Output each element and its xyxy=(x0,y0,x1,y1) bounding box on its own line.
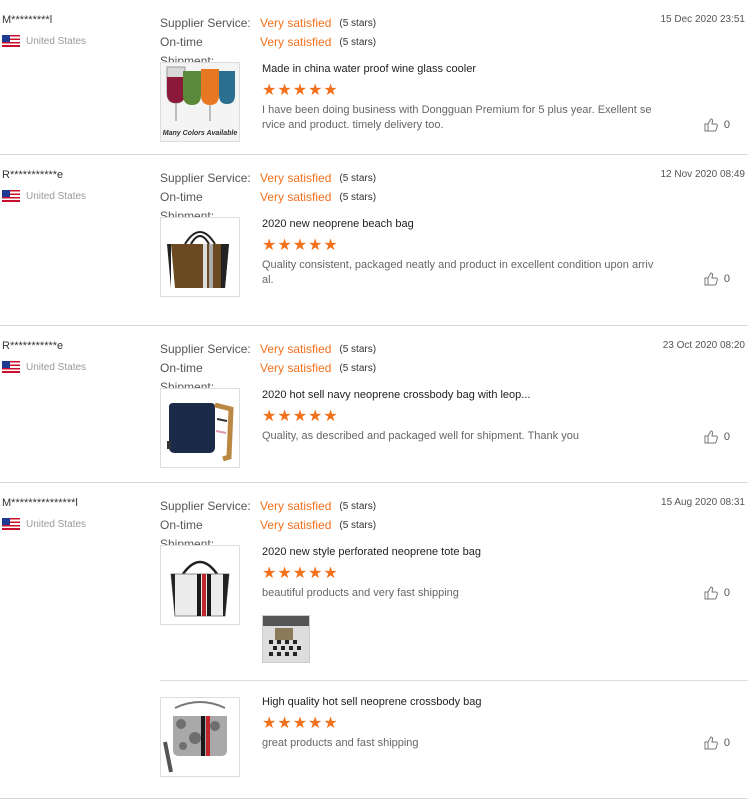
thumbs-up-icon xyxy=(704,118,718,132)
review-comment: beautiful products and very fast shippin… xyxy=(262,587,459,599)
like-button[interactable]: 0 xyxy=(704,736,730,750)
reviewer-country: United States xyxy=(2,361,86,373)
country-name: United States xyxy=(26,361,87,373)
reviewer-name: R***********e xyxy=(2,340,64,352)
supplier-service-label: Supplier Service: xyxy=(160,342,251,356)
supplier-service-label: Supplier Service: xyxy=(160,171,251,185)
product-title[interactable]: 2020 hot sell navy neoprene crossbody ba… xyxy=(262,389,530,401)
product-thumbnail[interactable] xyxy=(160,545,240,625)
reviewer-country: United States xyxy=(2,190,86,202)
review-date: 15 Aug 2020 08:31 xyxy=(661,497,745,508)
product-thumbnail[interactable] xyxy=(160,388,240,468)
thumbs-up-icon xyxy=(704,430,718,444)
product-title[interactable]: Made in china water proof wine glass coo… xyxy=(262,63,476,75)
rating-stars: ★★★★★ xyxy=(262,408,339,425)
thumbs-up-icon xyxy=(704,586,718,600)
country-name: United States xyxy=(26,35,87,47)
review-comment: Quality, as described and packaged well … xyxy=(262,430,579,442)
product-review: 2020 hot sell navy neoprene crossbody ba… xyxy=(160,388,748,470)
review-photo[interactable] xyxy=(262,615,310,663)
thumbs-up-icon xyxy=(704,272,718,286)
like-button[interactable]: 0 xyxy=(704,272,730,286)
rating-stars: ★★★★★ xyxy=(262,82,339,99)
like-button[interactable]: 0 xyxy=(704,118,730,132)
supplier-service-stars: (5 stars) xyxy=(339,344,377,355)
supplier-service-stars: (5 stars) xyxy=(339,18,377,29)
reviewer-country: United States xyxy=(2,35,86,47)
like-button[interactable]: 0 xyxy=(704,430,730,444)
rating-stars: ★★★★★ xyxy=(262,565,339,582)
review-comment: great products and fast shipping xyxy=(262,737,419,749)
country-name: United States xyxy=(26,518,87,530)
rating-stars: ★★★★★ xyxy=(262,237,339,254)
country-name: United States xyxy=(26,190,87,202)
like-button[interactable]: 0 xyxy=(704,586,730,600)
product-review: 2020 new style perforated neoprene tote … xyxy=(160,545,748,679)
like-count: 0 xyxy=(723,273,730,285)
product-review: High quality hot sell neoprene crossbody… xyxy=(160,680,748,791)
us-flag-icon xyxy=(2,361,20,373)
like-count: 0 xyxy=(723,119,730,131)
thumbnail-caption: Many Colors Available xyxy=(162,130,238,137)
rating-stars: ★★★★★ xyxy=(262,715,339,732)
us-flag-icon xyxy=(2,35,20,47)
review-date: 23 Oct 2020 08:20 xyxy=(662,340,745,351)
reviewer-name: R***********e xyxy=(2,169,64,181)
reviewer-name: M***************l xyxy=(2,497,78,509)
product-title[interactable]: 2020 new style perforated neoprene tote … xyxy=(262,546,481,558)
product-thumbnail[interactable]: Many Colors Available xyxy=(160,62,240,142)
supplier-service-label: Supplier Service: xyxy=(160,16,251,30)
product-thumbnail[interactable] xyxy=(160,697,240,777)
product-review: Many Colors Available Made in china wate… xyxy=(160,62,748,144)
us-flag-icon xyxy=(2,518,20,530)
supplier-service-stars: (5 stars) xyxy=(339,173,377,184)
product-title[interactable]: High quality hot sell neoprene crossbody… xyxy=(262,696,482,708)
us-flag-icon xyxy=(2,190,20,202)
product-thumbnail[interactable] xyxy=(160,217,240,297)
review-comment: Quality consistent, packaged neatly and … xyxy=(262,259,654,286)
review-item: M*********l United States Supplier Servi… xyxy=(0,0,748,155)
review-date: 15 Dec 2020 23:51 xyxy=(660,14,745,25)
supplier-service-label: Supplier Service: xyxy=(160,499,251,513)
reviewer-country: United States xyxy=(2,518,86,530)
supplier-service-stars: (5 stars) xyxy=(339,501,377,512)
like-count: 0 xyxy=(723,431,730,443)
review-item: R***********e United States Supplier Ser… xyxy=(0,326,748,483)
supplier-service-value: Very satisfied xyxy=(260,171,332,185)
review-date: 12 Nov 2020 08:49 xyxy=(660,169,745,180)
supplier-service-value: Very satisfied xyxy=(260,342,332,356)
review-item: R***********e United States Supplier Ser… xyxy=(0,155,748,326)
product-title[interactable]: 2020 new neoprene beach bag xyxy=(262,218,414,230)
review-item: M***************l United States Supplier… xyxy=(0,483,748,799)
supplier-service-value: Very satisfied xyxy=(260,499,332,513)
supplier-service-value: Very satisfied xyxy=(260,16,332,30)
thumbs-up-icon xyxy=(704,736,718,750)
like-count: 0 xyxy=(723,737,730,749)
review-comment: I have been doing business with Dongguan… xyxy=(262,104,652,131)
product-review: 2020 new neoprene beach bag ★★★★★ Qualit… xyxy=(160,217,748,299)
reviewer-name: M*********l xyxy=(2,14,53,26)
like-count: 0 xyxy=(723,587,730,599)
